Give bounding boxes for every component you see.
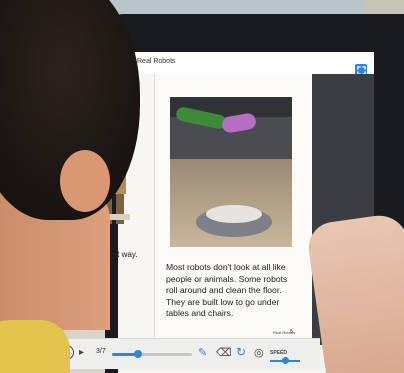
page-body-text: Most robots don't look at all like peopl… xyxy=(166,262,288,318)
child-ear xyxy=(60,150,110,212)
eraser-icon[interactable]: ⌫ xyxy=(216,346,232,359)
page-number: 5 xyxy=(290,329,293,335)
speed-label: SPEED xyxy=(270,350,287,356)
robot-vacuum-photo xyxy=(170,97,292,247)
refresh-icon[interactable]: ↻ xyxy=(236,345,246,359)
book-title: Real Robots xyxy=(137,58,176,65)
title-bar: Real Robots xyxy=(118,52,374,76)
audio-icon[interactable]: ◎ xyxy=(254,346,264,359)
pen-icon[interactable]: ✎ xyxy=(198,346,207,359)
robot-vacuum-top xyxy=(206,205,262,223)
scene: Real Robots › Most robots don't look at … xyxy=(0,0,404,373)
page-counter: 3/7 xyxy=(96,348,106,355)
speed-thumb[interactable] xyxy=(282,357,289,364)
progress-thumb[interactable] xyxy=(134,350,142,358)
child-yellow-shirt xyxy=(0,320,70,373)
next-page-icon[interactable]: ▸ xyxy=(79,347,84,358)
